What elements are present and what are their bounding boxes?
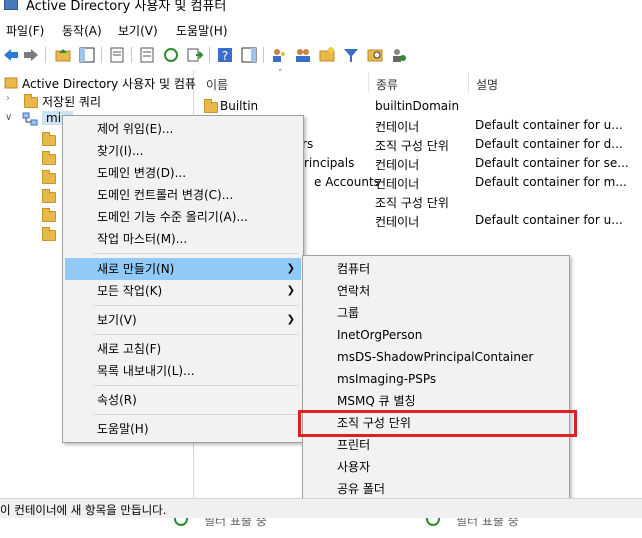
menu-change-dc[interactable]: 도메인 컨트롤러 변경(C)... xyxy=(65,184,301,206)
menu-view[interactable]: 보기(V) ❯ xyxy=(65,309,301,331)
menu-refresh[interactable]: 새로 고침(F) xyxy=(65,338,301,360)
submenu-arrow-icon: ❯ xyxy=(286,314,295,325)
menu-help[interactable]: 도움말(H) xyxy=(176,22,228,39)
status-text: 이 컨테이너에 새 항목을 만듭니다. xyxy=(0,503,167,517)
menu-properties[interactable]: 속성(R) xyxy=(65,389,301,411)
row-name[interactable]: e Accounts xyxy=(314,175,380,189)
menu-action[interactable]: 동작(A) xyxy=(62,22,102,39)
row-type: 컨테이너 xyxy=(375,215,420,229)
new-user[interactable]: 사용자 xyxy=(305,456,567,478)
menu-raise-functional-level[interactable]: 도메인 기능 수준 올리기(A)... xyxy=(65,206,301,228)
menu-new[interactable]: 새로 만들기(N) ❯ xyxy=(65,258,301,280)
collapse-chevron-icon[interactable]: ∨ xyxy=(5,112,12,123)
folder-icon xyxy=(42,227,56,241)
menu-view[interactable]: 보기(V) xyxy=(118,22,158,39)
context-menu: 제어 위임(E)... 찾기(I)... 도메인 변경(D)... 도메인 컨트… xyxy=(62,115,304,443)
row-description: Default container for d... xyxy=(475,137,623,151)
ou-folder-icon xyxy=(42,151,56,165)
submenu-arrow-icon: ❯ xyxy=(286,285,295,296)
bottom-label: 필터 표출 중 xyxy=(204,518,267,528)
folder-icon xyxy=(42,170,56,184)
export-icon[interactable] xyxy=(186,46,204,64)
row-description: Default container for u... xyxy=(475,213,623,227)
forward-icon[interactable] xyxy=(22,46,40,64)
row-type: builtinDomain xyxy=(375,99,460,113)
menu-help[interactable]: 도움말(H) xyxy=(65,418,301,440)
console-tree-icon[interactable] xyxy=(78,46,96,64)
bottom-label: 필터 표출 중 xyxy=(456,518,519,528)
refresh-icon[interactable] xyxy=(162,46,180,64)
sort-up-icon: ˄ xyxy=(278,69,283,79)
export-list-icon[interactable] xyxy=(138,46,156,64)
new-contact[interactable]: 연락처 xyxy=(305,280,567,302)
check-icon xyxy=(426,518,440,526)
row-name[interactable]: Builtin xyxy=(220,99,258,113)
row-description: Default container for se... xyxy=(475,156,629,170)
groups-icon[interactable] xyxy=(294,46,312,64)
svg-text:?: ? xyxy=(222,49,228,63)
users-icon[interactable] xyxy=(270,46,288,64)
new-msimaging-psps[interactable]: msImaging-PSPs xyxy=(305,368,567,390)
delegate-icon[interactable] xyxy=(390,46,408,64)
menu-all-tasks[interactable]: 모든 작업(K) ❯ xyxy=(65,280,301,302)
status-bar: 이 컨테이너에 새 항목을 만듭니다. xyxy=(0,498,642,518)
tree-saved-queries[interactable]: 저장된 쿼리 xyxy=(42,93,101,110)
menu-bar: 파일(F) 동작(A) 보기(V) 도움말(H) xyxy=(0,20,642,40)
new-submenu: 컴퓨터 연락처 그룹 InetOrgPerson msDS-ShadowPrin… xyxy=(302,255,570,500)
ou-folder-icon xyxy=(42,208,56,222)
expand-chevron-icon[interactable]: › xyxy=(6,93,10,104)
tree-root[interactable]: Active Directory 사용자 및 컴퓨터 xyxy=(22,75,207,92)
annotation-highlight-box xyxy=(298,410,577,437)
bottom-strip: 필터 표출 중 필터 표출 중 xyxy=(0,518,642,538)
new-printer[interactable]: 프린터 xyxy=(305,434,567,456)
check-icon xyxy=(174,518,188,526)
ad-root-icon xyxy=(4,77,18,89)
back-icon[interactable] xyxy=(2,46,20,64)
row-description: Default container for u... xyxy=(475,118,623,132)
menu-file[interactable]: 파일(F) xyxy=(6,22,44,39)
app-icon xyxy=(4,0,18,10)
new-shadow-principal-container[interactable]: msDS-ShadowPrincipalContainer xyxy=(305,346,567,368)
column-header-name[interactable]: 이름 xyxy=(206,76,228,93)
help-icon[interactable]: ? xyxy=(216,46,234,64)
domain-icon xyxy=(22,112,38,126)
menu-new-label: 새로 만들기(N) xyxy=(97,262,175,276)
row-type: 조직 구성 단위 xyxy=(375,139,449,153)
filter-icon[interactable] xyxy=(342,46,360,64)
menu-export-list[interactable]: 목록 내보내기(L)... xyxy=(65,360,301,382)
row-type: 컨테이너 xyxy=(375,177,420,191)
window-title: Active Directory 사용자 및 컴퓨터 xyxy=(26,0,227,14)
column-header-description[interactable]: 설명 xyxy=(476,76,498,93)
folder-icon xyxy=(42,189,56,203)
folder-icon xyxy=(42,132,56,146)
toolbar: ? xyxy=(0,42,642,70)
column-header-type[interactable]: 종류 xyxy=(376,76,398,93)
new-shared-folder[interactable]: 공유 폴더 xyxy=(305,478,567,500)
menu-view-label: 보기(V) xyxy=(97,313,137,327)
submenu-arrow-icon: ❯ xyxy=(286,263,295,274)
title-bar: Active Directory 사용자 및 컴퓨터 xyxy=(0,0,642,16)
action-pane-icon[interactable] xyxy=(240,46,258,64)
row-type: 조직 구성 단위 xyxy=(375,196,449,210)
menu-all-tasks-label: 모든 작업(K) xyxy=(97,284,163,298)
row-name[interactable]: rincipals xyxy=(304,156,354,170)
properties-icon[interactable] xyxy=(108,46,126,64)
new-msmq-queue-alias[interactable]: MSMQ 큐 별칭 xyxy=(305,390,567,412)
menu-find[interactable]: 찾기(I)... xyxy=(65,140,301,162)
menu-delegate-control[interactable]: 제어 위임(E)... xyxy=(65,118,301,140)
folder-icon xyxy=(204,99,218,113)
new-group[interactable]: 그룹 xyxy=(305,302,567,324)
menu-operations-masters[interactable]: 작업 마스터(M)... xyxy=(65,228,301,250)
folder-icon xyxy=(24,94,38,108)
ou-icon[interactable] xyxy=(318,46,336,64)
row-type: 컨테이너 xyxy=(375,120,420,134)
new-computer[interactable]: 컴퓨터 xyxy=(305,258,567,280)
row-type: 컨테이너 xyxy=(375,158,420,172)
row-description: Default container for m... xyxy=(475,175,627,189)
find-icon[interactable] xyxy=(366,46,384,64)
menu-change-domain[interactable]: 도메인 변경(D)... xyxy=(65,162,301,184)
up-folder-icon[interactable] xyxy=(54,46,72,64)
new-inetorgperson[interactable]: InetOrgPerson xyxy=(305,324,567,346)
